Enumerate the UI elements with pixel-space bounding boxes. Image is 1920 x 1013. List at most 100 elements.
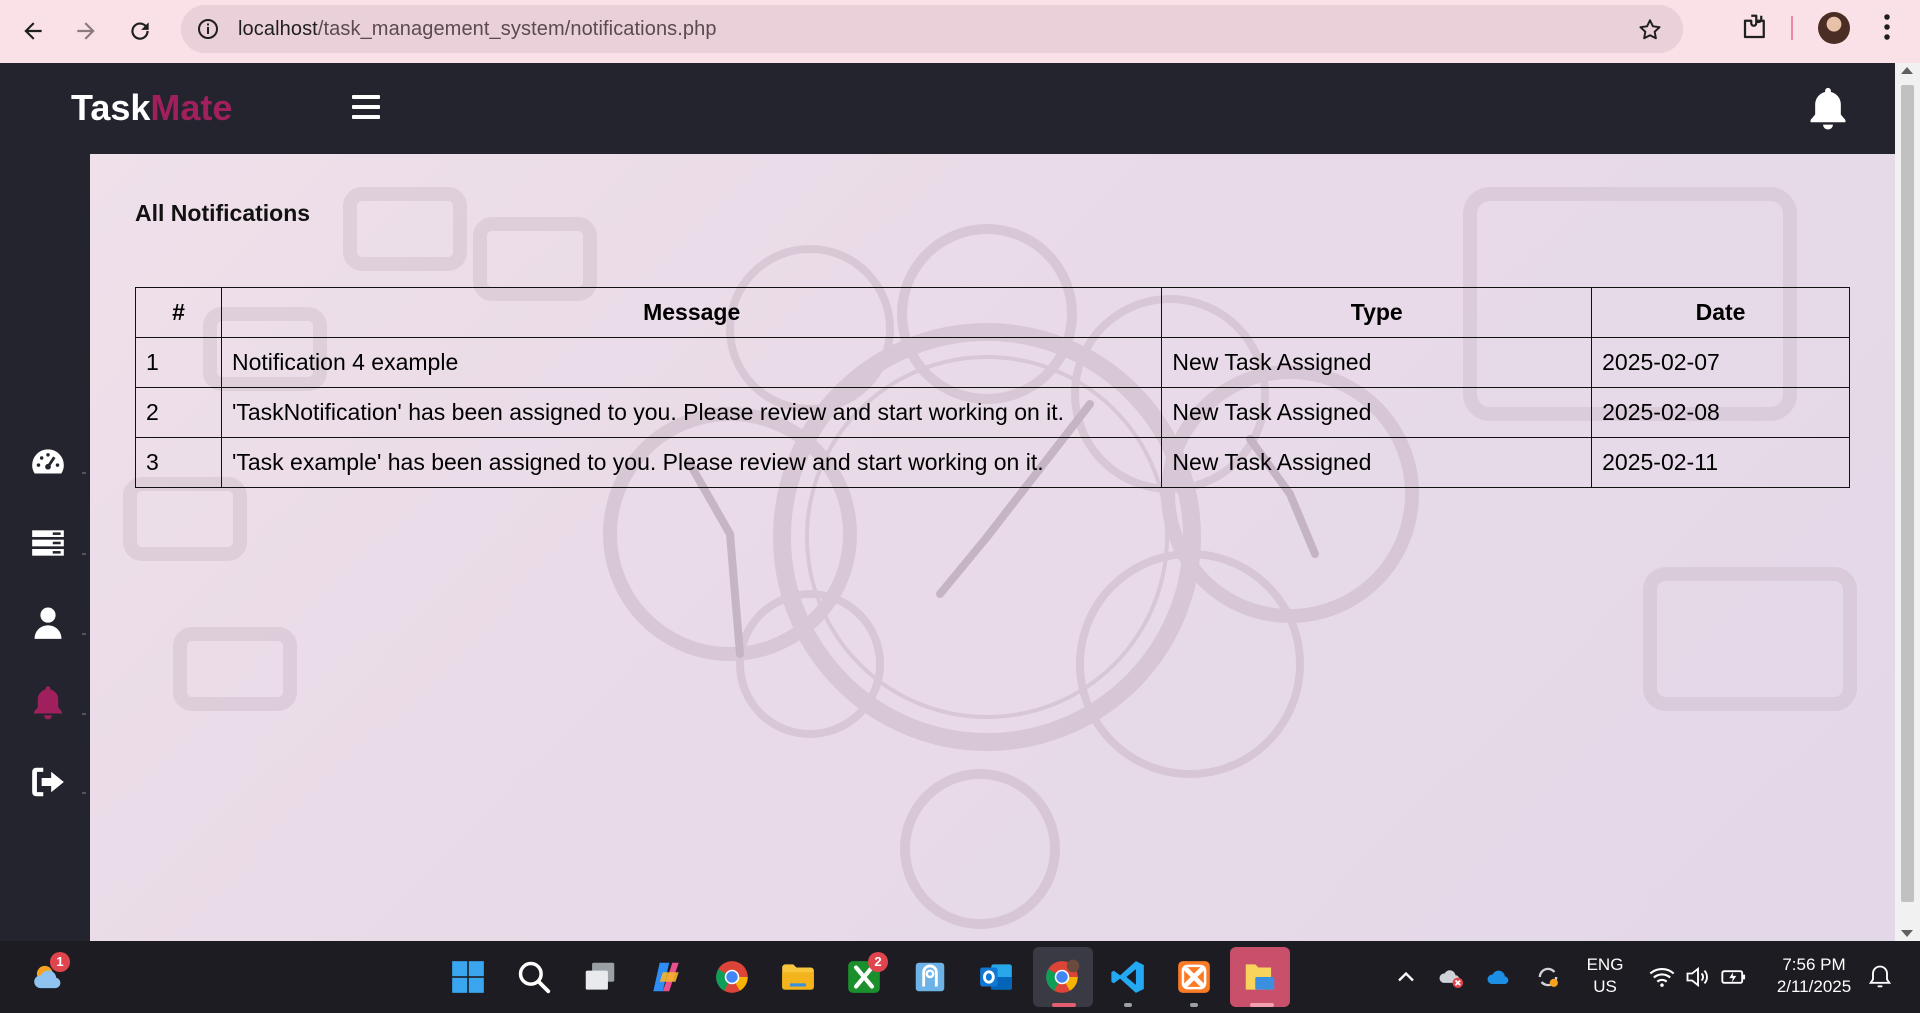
outlook-icon: [980, 964, 1012, 990]
dashboard-icon: [32, 449, 64, 474]
cell-date: 2025-02-07: [1591, 337, 1850, 388]
chrome-running-indicator: [1052, 1003, 1076, 1007]
vscode-icon: [1111, 961, 1144, 993]
sidebar-item-tasks[interactable]: [28, 523, 68, 563]
page-scrollbar[interactable]: [1895, 63, 1920, 941]
copilot-icon: [653, 962, 679, 992]
url-text: localhost/task_management_system/notific…: [238, 18, 717, 41]
arrow-left-icon: [24, 22, 42, 40]
clock[interactable]: 7:56 PM 2/11/2025: [1766, 954, 1862, 998]
user-icon: [34, 607, 62, 639]
chrome-profile-button[interactable]: [1040, 955, 1084, 999]
notifications-table: # Message Type Date 1 Notification 4 exa…: [135, 287, 1850, 488]
menu-toggle-button[interactable]: [352, 95, 380, 119]
photos-icon: [915, 962, 945, 992]
sidebar: [0, 154, 90, 941]
xampp-button[interactable]: [1172, 955, 1216, 999]
language-code: ENG: [1586, 955, 1624, 974]
table-row: 1 Notification 4 example New Task Assign…: [135, 337, 1850, 388]
explorer-window-button[interactable]: [1238, 955, 1282, 999]
reload-icon: [131, 22, 149, 40]
copilot-button[interactable]: [644, 955, 688, 999]
sync-icon[interactable]: [1534, 963, 1562, 991]
cell-message: 'Task example' has been assigned to you.…: [220, 437, 1163, 488]
chrome-icon: [716, 961, 748, 993]
profile-avatar[interactable]: [1818, 12, 1850, 44]
wifi-icon[interactable]: [1648, 963, 1676, 991]
task-view-button[interactable]: [578, 955, 622, 999]
cell-message: Notification 4 example: [220, 337, 1163, 388]
app-header: TaskMate: [0, 63, 1895, 154]
scroll-down-arrow-icon[interactable]: [1901, 930, 1913, 937]
url-path: /task_management_system/notifications.ph…: [317, 17, 717, 40]
table-row: 2 'TaskNotification' has been assigned t…: [135, 387, 1850, 438]
search-button[interactable]: [512, 955, 556, 999]
app-logo[interactable]: TaskMate: [71, 87, 232, 129]
table-row: 3 'Task example' has been assigned to yo…: [135, 437, 1850, 488]
sidebar-item-dashboard[interactable]: [28, 442, 68, 482]
url-host: localhost: [238, 17, 318, 40]
column-header-date: Date: [1591, 287, 1850, 338]
cell-type: New Task Assigned: [1161, 437, 1593, 488]
show-hidden-icons-chevron-icon[interactable]: [1392, 963, 1420, 991]
onedrive-cloud-icon[interactable]: [1486, 963, 1514, 991]
vscode-running-indicator: [1124, 1003, 1132, 1007]
folder-icon: [782, 964, 814, 990]
extensions-icon[interactable]: [1740, 12, 1770, 42]
bell-icon: [34, 686, 62, 720]
arrow-right-icon: [77, 22, 95, 40]
file-explorer-button[interactable]: [776, 955, 820, 999]
stopwatch-background-image: [123, 187, 1857, 929]
xampp-running-indicator: [1190, 1003, 1198, 1007]
cell-date: 2025-02-08: [1591, 387, 1850, 438]
volume-icon[interactable]: [1684, 963, 1712, 991]
site-info-icon[interactable]: [196, 17, 220, 41]
windows-start-icon: [452, 961, 484, 993]
back-button[interactable]: [6, 4, 60, 58]
reload-button[interactable]: [113, 4, 167, 58]
task-view-icon: [585, 962, 615, 990]
scroll-up-arrow-icon[interactable]: [1901, 67, 1913, 74]
bookmark-star-icon[interactable]: [1637, 17, 1663, 43]
column-header-message: Message: [220, 287, 1163, 338]
logo-part-mate: Mate: [150, 87, 233, 128]
search-icon: [518, 961, 551, 994]
tasks-list-icon: [32, 530, 64, 556]
sidebar-dot: [82, 633, 86, 635]
folder-icon: [1245, 964, 1275, 990]
scrollbar-thumb[interactable]: [1901, 85, 1914, 902]
onedrive-error-icon[interactable]: [1438, 963, 1466, 991]
cell-date: 2025-02-11: [1591, 437, 1850, 488]
cell-number: 3: [135, 437, 222, 488]
clock-time: 7:56 PM: [1782, 955, 1846, 974]
sidebar-dot: [82, 553, 86, 555]
photos-button[interactable]: [908, 955, 952, 999]
column-header-number: #: [135, 287, 222, 338]
cell-number: 1: [135, 337, 222, 388]
weather-badge: 1: [50, 952, 70, 972]
language-indicator[interactable]: ENG US: [1580, 954, 1630, 998]
xampp-icon: [1178, 961, 1210, 993]
outlook-button[interactable]: [974, 955, 1018, 999]
taskbar: 1 2 ENG US 7:56 PM 2/11/2025: [0, 941, 1920, 1013]
sidebar-dot: [82, 792, 86, 794]
chrome-icon: [1046, 959, 1080, 993]
sidebar-item-logout[interactable]: [28, 762, 68, 802]
chrome-taskbar-button[interactable]: [710, 955, 754, 999]
notifications-center-icon[interactable]: [1866, 963, 1894, 991]
xbox-badge: 2: [868, 952, 888, 972]
sidebar-dot: [82, 472, 86, 474]
clock-date: 2/11/2025: [1776, 977, 1852, 996]
toolbar-separator: [1791, 16, 1793, 40]
start-button[interactable]: [446, 955, 490, 999]
sidebar-item-notifications[interactable]: [28, 683, 68, 723]
explorer-running-indicator: [1250, 1003, 1274, 1007]
battery-icon[interactable]: [1720, 963, 1748, 991]
main-content: All Notifications # Message Type Date 1 …: [90, 154, 1895, 941]
sidebar-item-users[interactable]: [28, 603, 68, 643]
address-bar[interactable]: localhost/task_management_system/notific…: [181, 5, 1683, 53]
notification-bell-icon[interactable]: [1806, 85, 1850, 133]
vscode-button[interactable]: [1106, 955, 1150, 999]
more-menu-icon[interactable]: [1880, 12, 1894, 42]
forward-button[interactable]: [59, 4, 113, 58]
